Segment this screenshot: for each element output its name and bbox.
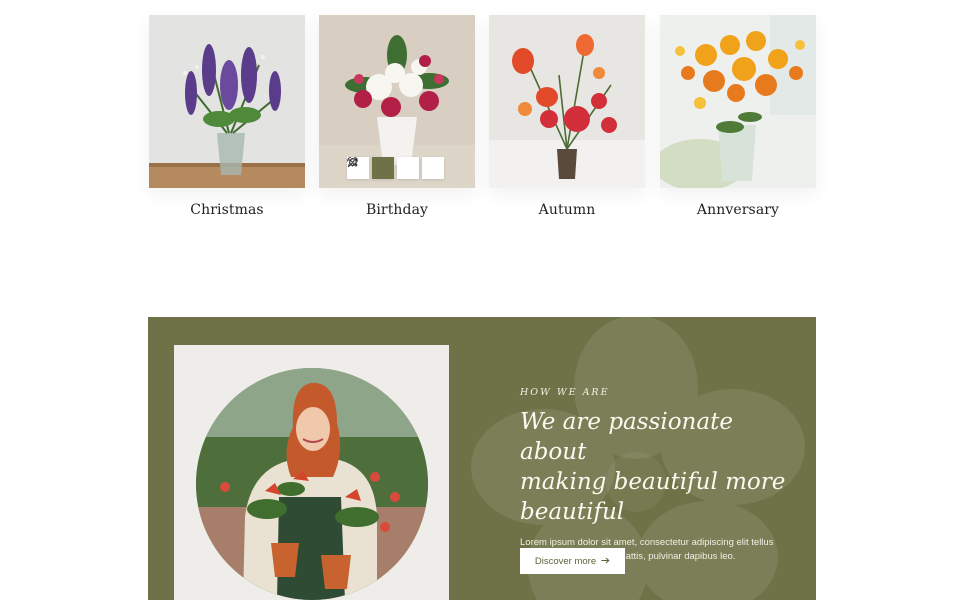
about-text: HOW WE ARE We are passionate about makin… <box>520 387 790 564</box>
category-grid: Christmas Birthday Autumn Annversary <box>149 15 817 225</box>
florist-portrait <box>196 368 428 600</box>
card-actions <box>347 157 444 179</box>
category-photo[interactable] <box>489 15 645 188</box>
quick-view-button[interactable] <box>347 157 419 179</box>
about-section: HOW WE ARE We are passionate about makin… <box>148 317 816 600</box>
heading-line: We are passionate about <box>520 409 733 465</box>
heading-line: beautiful <box>520 499 625 525</box>
discover-more-label: Discover more <box>534 555 597 567</box>
section-eyebrow: HOW WE ARE <box>520 387 610 398</box>
category-card-birthday[interactable]: Birthday <box>319 15 475 218</box>
compare-button[interactable] <box>348 157 444 179</box>
section-heading: We are passionate about making beautiful… <box>520 407 790 527</box>
category-photo[interactable] <box>660 15 816 188</box>
portrait-frame <box>174 345 449 600</box>
category-photo[interactable] <box>149 15 305 188</box>
category-label[interactable]: Christmas <box>149 202 305 218</box>
add-to-cart-button[interactable] <box>348 157 394 179</box>
heading-line: making beautiful more <box>520 469 786 495</box>
arrow-right-icon <box>601 556 610 567</box>
category-card-autumn[interactable]: Autumn <box>489 15 645 218</box>
category-label[interactable]: Birthday <box>319 202 475 218</box>
category-card-christmas[interactable]: Christmas <box>149 15 305 218</box>
category-label[interactable]: Autumn <box>489 202 645 218</box>
category-card-annversary[interactable]: Annversary <box>660 15 816 218</box>
discover-more-button[interactable]: Discover more <box>520 548 625 574</box>
category-photo[interactable] <box>319 15 475 188</box>
category-label[interactable]: Annversary <box>660 202 816 218</box>
